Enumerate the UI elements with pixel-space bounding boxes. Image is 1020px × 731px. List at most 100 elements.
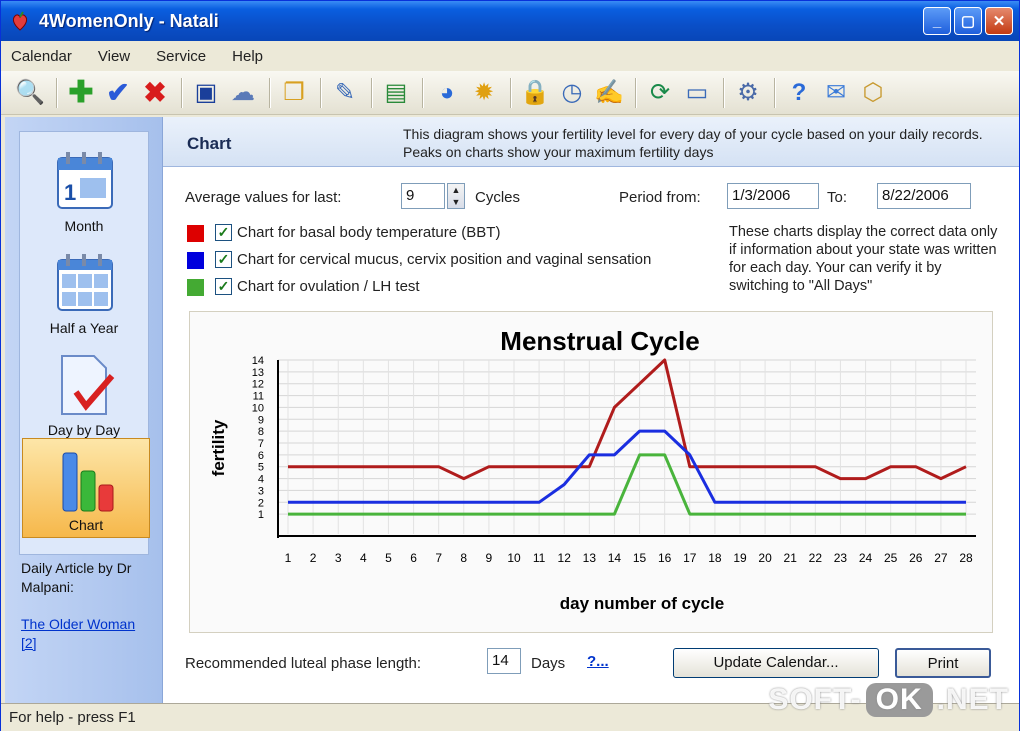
y-tick-label: 5 [258, 462, 264, 474]
sidebar-item-month[interactable]: 1 Month [20, 138, 148, 238]
bar-chart-icon [62, 452, 114, 512]
x-tick-label: 3 [335, 551, 342, 565]
period-to-field[interactable]: 8/22/2006 [877, 183, 971, 209]
toolbar-separator [371, 77, 373, 108]
delete-icon[interactable]: ✖ [138, 76, 172, 110]
toolbar-separator [56, 77, 58, 108]
x-tick-label: 11 [533, 551, 546, 565]
x-tick-label: 1 [285, 551, 292, 565]
sidebar: 1 Month Half a Year Day by Day Chart Dai… [5, 117, 163, 703]
lock-icon[interactable]: 🔒 [518, 76, 552, 110]
daily-article: Daily Article by Dr Malpani: The Older W… [21, 559, 155, 653]
sidebar-item-label: Half a Year [49, 320, 119, 336]
x-tick-label: 14 [608, 551, 622, 565]
menu-bar: Calendar View Service Help [1, 41, 1019, 71]
sidebar-item-half-a-year[interactable]: Half a Year [20, 240, 148, 340]
x-tick-label: 25 [884, 551, 898, 565]
cervical-checkbox[interactable]: ✓ [215, 251, 232, 268]
menstrual-cycle-chart: Menstrual Cycle12345678910111213141 2 3 4 5 6… [209, 326, 976, 613]
minimize-icon[interactable]: _ [923, 7, 951, 35]
settings-icon[interactable]: ⚙ [731, 76, 765, 110]
help-icon[interactable]: ? [782, 76, 816, 110]
close-icon[interactable]: ✕ [985, 7, 1013, 35]
cervical-color-swatch [187, 252, 204, 269]
add-icon[interactable]: ✚ [64, 76, 98, 110]
edit-icon[interactable]: ✎ [328, 76, 362, 110]
x-tick-label: 18 [708, 551, 722, 565]
copy-icon[interactable]: ❐ [277, 76, 311, 110]
update-calendar-button[interactable]: Update Calendar... [673, 648, 879, 678]
sun-icon[interactable]: ✹ [467, 76, 501, 110]
article-link-count[interactable]: [2] [21, 634, 155, 653]
check-icon[interactable]: ✔ [101, 76, 135, 110]
to-label: To: [827, 189, 848, 206]
pie-chart-icon[interactable]: ◕ [430, 76, 464, 110]
maximize-icon[interactable]: ▢ [954, 7, 982, 35]
y-tick-label: 11 [253, 391, 264, 403]
toolbar-separator [422, 77, 424, 108]
x-tick-label: 7 [435, 551, 442, 565]
watermark: SOFT- OK .NET [768, 683, 1009, 717]
y-tick-label: 3 [258, 485, 264, 497]
menu-view[interactable]: View [98, 48, 130, 65]
sidebar-item-label: Month [64, 218, 104, 234]
app-window: 4WomenOnly - Natali _ ▢ ✕ Calendar View … [0, 0, 1020, 731]
x-tick-label: 9 [486, 551, 493, 565]
app-logo-icon [12, 11, 28, 31]
title-bar[interactable]: 4WomenOnly - Natali _ ▢ ✕ [1, 1, 1019, 41]
toolbar-separator [510, 77, 512, 108]
menu-help[interactable]: Help [232, 48, 263, 65]
print-button[interactable]: Print [895, 648, 991, 678]
cycles-input[interactable]: 9 [401, 183, 445, 209]
x-tick-label: 17 [683, 551, 697, 565]
average-label: Average values for last: [185, 189, 342, 206]
y-tick-label: 8 [258, 426, 264, 438]
sidebar-item-chart[interactable]: Chart [22, 438, 150, 538]
x-tick-label: 10 [507, 551, 521, 565]
notes-icon[interactable]: ✍ [592, 76, 626, 110]
period-from-label: Period from: [619, 189, 701, 206]
bbt-color-swatch [187, 225, 204, 242]
x-tick-label: 22 [809, 551, 823, 565]
watermark-right: .NET [936, 683, 1009, 716]
x-tick-label: 5 [385, 551, 392, 565]
ovulation-checkbox[interactable]: ✓ [215, 278, 232, 295]
ovulation-label: Chart for ovulation / LH test [237, 278, 420, 295]
sidebar-item-day-by-day[interactable]: Day by Day [20, 342, 148, 442]
days-label: Days [531, 655, 566, 672]
x-tick-label: 8 [460, 551, 467, 565]
find-icon[interactable]: 🔍 [13, 76, 47, 110]
print-preview-icon[interactable]: ☁ [226, 76, 260, 110]
menu-service[interactable]: Service [156, 48, 206, 65]
cycles-label: Cycles [475, 189, 521, 206]
window-icon[interactable]: ▭ [680, 76, 714, 110]
save-icon[interactable]: ▣ [189, 76, 223, 110]
help-link[interactable]: ?... [587, 653, 609, 670]
sidebar-item-label: Day by Day [47, 422, 121, 438]
y-tick-label: 14 [252, 355, 264, 367]
bbt-checkbox[interactable]: ✓ [215, 224, 232, 241]
x-tick-label: 20 [758, 551, 772, 565]
window-title: 4WomenOnly - Natali [39, 10, 219, 31]
y-axis-label: fertility [209, 419, 228, 476]
luteal-input[interactable]: 14 [487, 648, 521, 674]
x-tick-label: 26 [909, 551, 923, 565]
x-tick-label: 27 [934, 551, 948, 565]
mail-icon[interactable]: ✉ [819, 76, 853, 110]
calendar-halfyear-icon [57, 254, 113, 311]
x-axis-label: day number of cycle [560, 594, 724, 613]
period-from-field[interactable]: 1/3/2006 [727, 183, 819, 209]
layout-icon[interactable]: ▤ [379, 76, 413, 110]
y-tick-label: 12 [252, 379, 264, 391]
page-title: Chart [187, 134, 232, 153]
menu-calendar[interactable]: Calendar [11, 48, 72, 65]
refresh-icon[interactable]: ⟳ [643, 76, 677, 110]
article-link[interactable]: The Older Woman [21, 615, 155, 634]
clock-icon[interactable]: ◷ [555, 76, 589, 110]
x-tick-label: 19 [733, 551, 747, 565]
x-tick-label: 23 [834, 551, 848, 565]
y-tick-label: 13 [252, 367, 264, 379]
data-note: These charts display the correct data on… [729, 224, 998, 294]
cycles-spinner[interactable]: ▲ ▼ [447, 183, 465, 209]
box-icon[interactable]: ⬡ [856, 76, 890, 110]
